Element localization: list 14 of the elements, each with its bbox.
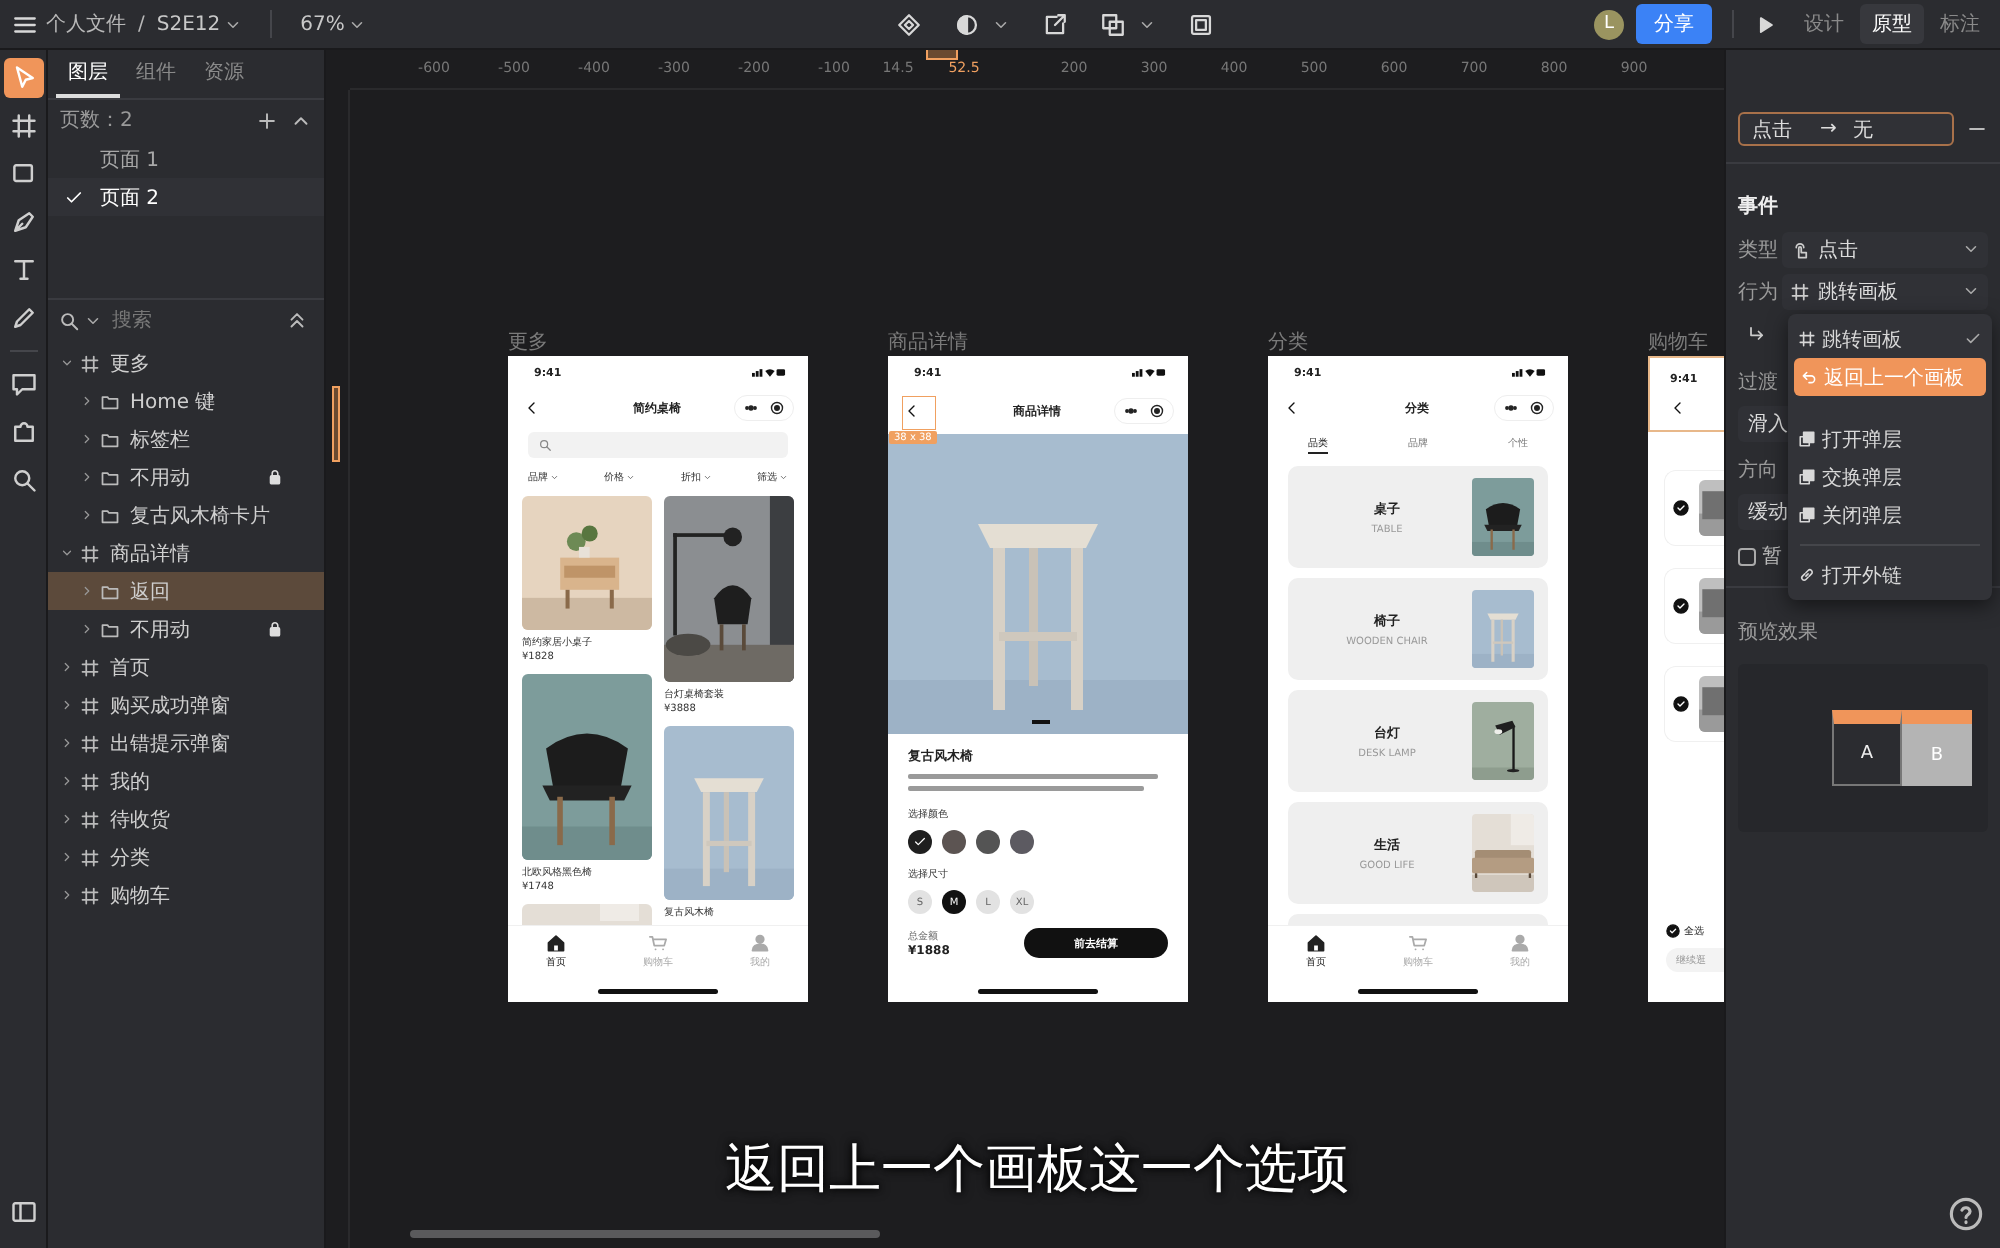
artboard-label: 分类 xyxy=(1268,332,1310,356)
preview-frame: B xyxy=(1902,710,1972,786)
section-title: 事件 xyxy=(1738,193,1780,220)
preview-frame: A xyxy=(1832,710,1902,786)
field-label: 方向 xyxy=(1738,458,1778,486)
artboard-label: 更多 xyxy=(508,332,550,356)
field-label: 类型 xyxy=(1738,237,1774,263)
video-subtitle: 返回上一个画板这一个选项 xyxy=(723,1138,1351,1204)
field-label: 行为 xyxy=(1738,279,1774,305)
artboard-label: 商品详情 xyxy=(888,332,970,356)
section-title: 过渡 xyxy=(1738,370,1778,398)
path-separator: / xyxy=(138,13,145,35)
pages-count: 页数：2 xyxy=(60,108,133,134)
section-title: 预览效果 xyxy=(1738,620,1818,648)
